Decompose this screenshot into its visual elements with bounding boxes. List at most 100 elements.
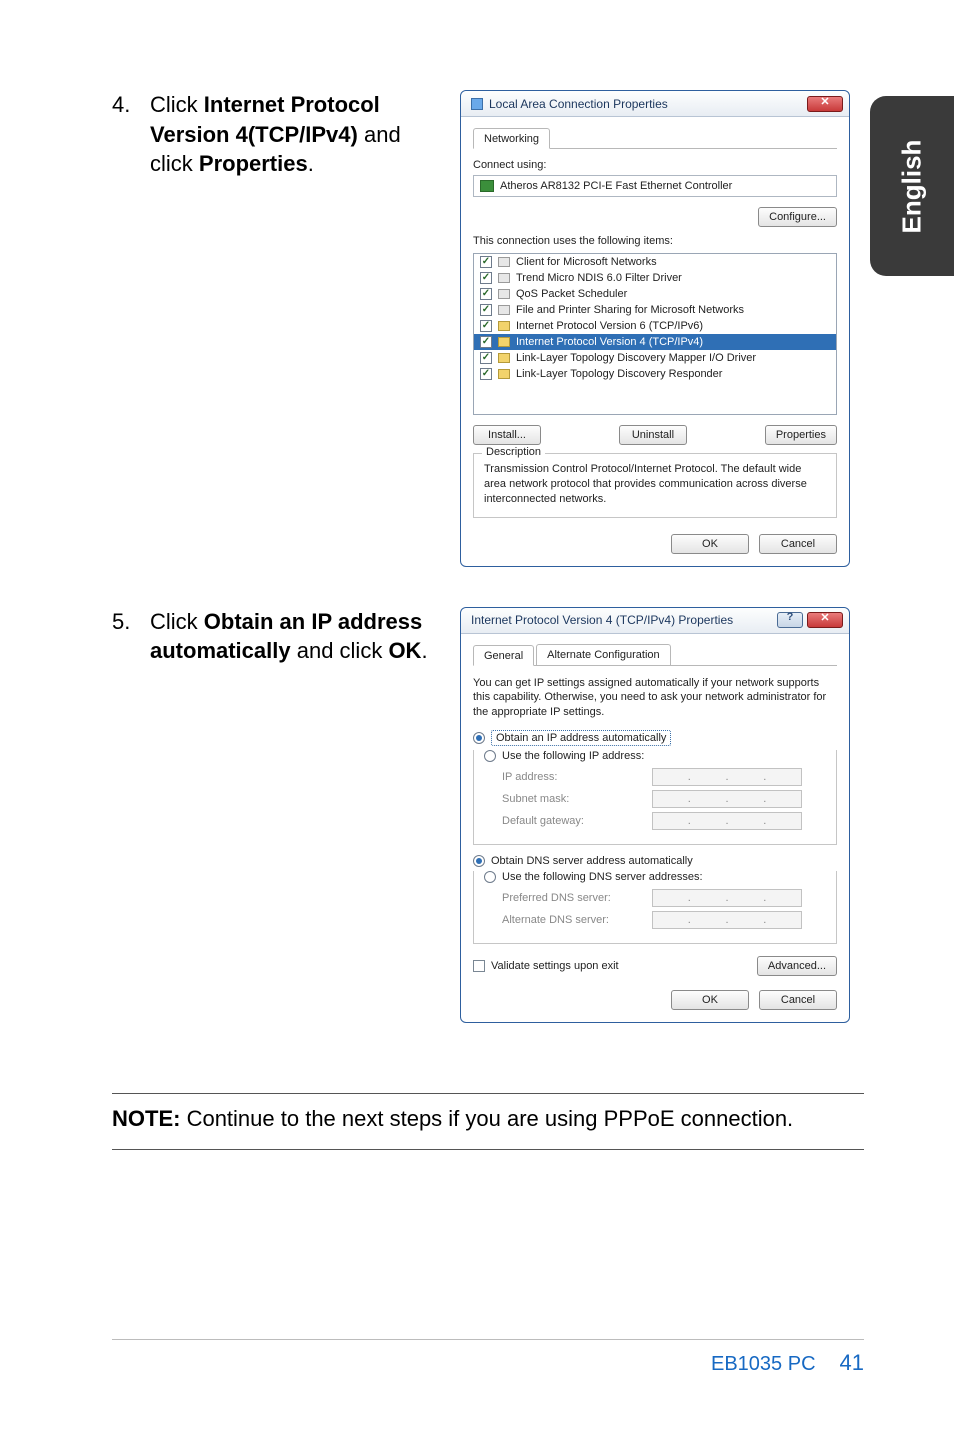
footer-page-number: 41 <box>840 1350 864 1376</box>
list-item-label: File and Printer Sharing for Microsoft N… <box>516 304 744 316</box>
close-icon[interactable] <box>807 96 843 112</box>
list-item[interactable]: Client for Microsoft Networks <box>474 254 836 270</box>
step5-lead: Click <box>150 609 204 634</box>
properties-button[interactable]: Properties <box>765 425 837 445</box>
component-icon <box>498 273 510 283</box>
alt-dns-field: ... <box>652 911 802 929</box>
ipv4-intro-text: You can get IP settings assigned automat… <box>473 676 837 721</box>
radio-icon[interactable] <box>473 855 485 867</box>
protocol-icon <box>498 353 510 363</box>
help-icon[interactable] <box>777 612 803 628</box>
protocol-icon <box>498 321 510 331</box>
tab-alternate-config[interactable]: Alternate Configuration <box>536 644 671 665</box>
gateway-field: ... <box>652 812 802 830</box>
use-dns-group: Use the following DNS server addresses: … <box>473 871 837 944</box>
radio-icon[interactable] <box>484 871 496 883</box>
step-5-text: Click Obtain an IP address automatically… <box>150 607 460 666</box>
list-item-label: Link-Layer Topology Discovery Responder <box>516 368 722 380</box>
obtain-dns-auto-label: Obtain DNS server address automatically <box>491 855 693 867</box>
list-item[interactable]: Internet Protocol Version 6 (TCP/IPv6) <box>474 318 836 334</box>
use-ip-label: Use the following IP address: <box>502 750 644 762</box>
checkbox-icon[interactable] <box>480 368 492 380</box>
footer-product: EB1035 PC <box>711 1353 816 1376</box>
ok-button[interactable]: OK <box>671 990 749 1010</box>
description-legend: Description <box>482 446 545 458</box>
list-item[interactable]: QoS Packet Scheduler <box>474 286 836 302</box>
gateway-label: Default gateway: <box>502 815 652 827</box>
step4-tail: . <box>308 151 314 176</box>
advanced-button[interactable]: Advanced... <box>757 956 837 976</box>
adapter-name: Atheros AR8132 PCI-E Fast Ethernet Contr… <box>500 180 732 192</box>
lan-title: Local Area Connection Properties <box>489 97 668 111</box>
list-item[interactable]: Link-Layer Topology Discovery Mapper I/O… <box>474 350 836 366</box>
close-icon[interactable] <box>807 612 843 628</box>
tab-networking[interactable]: Networking <box>473 128 550 149</box>
use-ip-group: Use the following IP address: IP address… <box>473 750 837 845</box>
configure-button[interactable]: Configure... <box>758 207 837 227</box>
adapter-field: Atheros AR8132 PCI-E Fast Ethernet Contr… <box>473 175 837 197</box>
radio-icon[interactable] <box>484 750 496 762</box>
checkbox-icon[interactable] <box>480 272 492 284</box>
radio-icon[interactable] <box>473 732 485 744</box>
component-icon <box>498 305 510 315</box>
protocol-icon <box>498 337 510 347</box>
checkbox-icon[interactable] <box>480 256 492 268</box>
list-item-selected[interactable]: Internet Protocol Version 4 (TCP/IPv4) <box>474 334 836 350</box>
lan-tabs: Networking <box>473 127 837 149</box>
use-ip-option[interactable]: Use the following IP address: <box>484 750 826 762</box>
step-4-row: 4. Click Internet Protocol Version 4(TCP… <box>112 90 864 567</box>
language-side-tab-label: English <box>897 139 928 233</box>
component-icon <box>498 289 510 299</box>
list-item[interactable]: Link-Layer Topology Discovery Responder <box>474 366 836 382</box>
network-items-list[interactable]: Client for Microsoft Networks Trend Micr… <box>473 253 837 415</box>
language-side-tab: English <box>870 96 954 276</box>
divider <box>112 1149 864 1150</box>
tab-general[interactable]: General <box>473 645 534 666</box>
component-icon <box>498 257 510 267</box>
checkbox-icon[interactable] <box>480 288 492 300</box>
cancel-button[interactable]: Cancel <box>759 534 837 554</box>
step-4-number: 4. <box>112 90 150 120</box>
uses-items-label: This connection uses the following items… <box>473 235 837 247</box>
step4-bold2: Properties <box>199 151 308 176</box>
obtain-dns-auto-option[interactable]: Obtain DNS server address automatically <box>473 855 837 867</box>
step4-lead: Click <box>150 92 204 117</box>
page-footer: EB1035 PC 41 <box>112 1339 864 1376</box>
ip-address-label: IP address: <box>502 771 652 783</box>
step-5-row: 5. Click Obtain an IP address automatica… <box>112 607 864 1024</box>
checkbox-icon[interactable] <box>480 336 492 348</box>
list-item-label: Trend Micro NDIS 6.0 Filter Driver <box>516 272 682 284</box>
lan-titlebar: Local Area Connection Properties <box>461 91 849 117</box>
note-text: Continue to the next steps if you are us… <box>180 1106 793 1131</box>
ip-address-field: ... <box>652 768 802 786</box>
use-dns-option[interactable]: Use the following DNS server addresses: <box>484 871 826 883</box>
list-item-label: Internet Protocol Version 6 (TCP/IPv6) <box>516 320 703 332</box>
uninstall-button[interactable]: Uninstall <box>619 425 687 445</box>
validate-checkbox[interactable] <box>473 960 485 972</box>
lan-properties-dialog: Local Area Connection Properties Network… <box>460 90 850 567</box>
pref-dns-label: Preferred DNS server: <box>502 892 652 904</box>
cancel-button[interactable]: Cancel <box>759 990 837 1010</box>
step-5-number: 5. <box>112 607 150 637</box>
obtain-ip-auto-label: Obtain an IP address automatically <box>491 730 671 746</box>
checkbox-icon[interactable] <box>480 352 492 364</box>
list-item[interactable]: Trend Micro NDIS 6.0 Filter Driver <box>474 270 836 286</box>
ipv4-tabs: General Alternate Configuration <box>473 644 837 666</box>
list-item-label: QoS Packet Scheduler <box>516 288 627 300</box>
install-button[interactable]: Install... <box>473 425 541 445</box>
validate-label: Validate settings upon exit <box>491 960 619 972</box>
list-item[interactable]: File and Printer Sharing for Microsoft N… <box>474 302 836 318</box>
checkbox-icon[interactable] <box>480 304 492 316</box>
connect-using-label: Connect using: <box>473 159 837 171</box>
step5-tail: . <box>421 638 427 663</box>
protocol-icon <box>498 369 510 379</box>
obtain-ip-auto-option[interactable]: Obtain an IP address automatically <box>473 730 837 746</box>
checkbox-icon[interactable] <box>480 320 492 332</box>
subnet-field: ... <box>652 790 802 808</box>
ok-button[interactable]: OK <box>671 534 749 554</box>
window-icon <box>471 98 483 110</box>
step5-mid: and click <box>291 638 389 663</box>
list-item-label: Client for Microsoft Networks <box>516 256 657 268</box>
ipv4-properties-dialog: Internet Protocol Version 4 (TCP/IPv4) P… <box>460 607 850 1024</box>
list-item-label: Internet Protocol Version 4 (TCP/IPv4) <box>516 336 703 348</box>
